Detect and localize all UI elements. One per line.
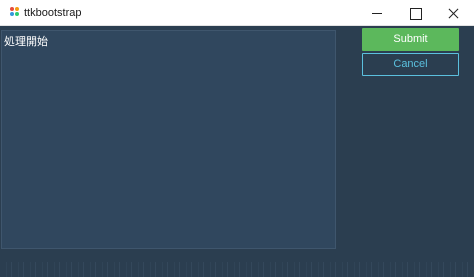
log-text: 処理開始 xyxy=(4,35,48,48)
log-text-area[interactable]: 処理開始 xyxy=(1,30,336,249)
close-button[interactable] xyxy=(436,0,470,26)
submit-button[interactable]: Submit xyxy=(362,28,459,51)
window-bottom-edge xyxy=(0,262,474,277)
cancel-button[interactable]: Cancel xyxy=(362,53,459,76)
window-title: ttkbootstrap xyxy=(24,7,82,19)
minimize-button[interactable] xyxy=(360,0,394,26)
title-bar: ttkbootstrap xyxy=(0,0,474,26)
ttkbootstrap-logo-icon xyxy=(10,7,20,19)
maximize-button[interactable] xyxy=(398,0,432,26)
